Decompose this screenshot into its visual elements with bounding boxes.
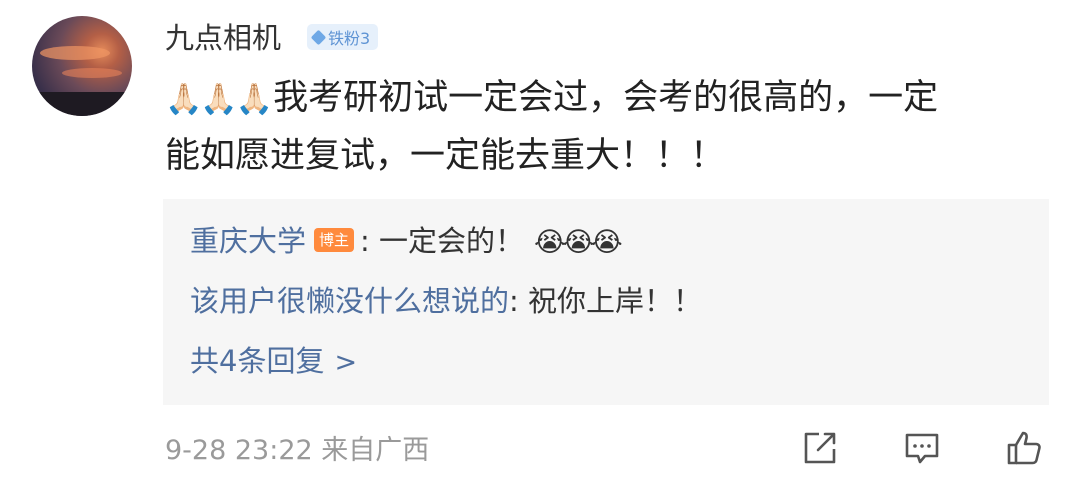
- more-replies-link[interactable]: 共4条回复 >: [190, 341, 357, 383]
- comment-text-line-2: 能如愿进复试，一定能去重大！！！: [165, 136, 726, 176]
- reply-box[interactable]: 重庆大学 博主: 一定会的！ 😭😭😭 该用户很懒没什么想说的: 祝你上岸！！ 共4条…: [163, 199, 1049, 405]
- reply-item[interactable]: 该用户很懒没什么想说的: 祝你上岸！！: [190, 281, 702, 321]
- comment-button[interactable]: [902, 428, 942, 468]
- avatar[interactable]: [32, 16, 132, 116]
- avatar-cloud: [62, 68, 122, 78]
- reply-author-name[interactable]: 该用户很懒没什么想说的: [190, 284, 509, 318]
- fan-badge-label: 铁粉3: [328, 29, 371, 48]
- diamond-icon: [310, 29, 327, 45]
- thumbs-up-icon: [1007, 431, 1041, 465]
- comment-icon: [905, 433, 939, 464]
- pray-emoji-icon: 🙏🏻🙏🏻🙏🏻: [165, 82, 273, 117]
- reply-text: 一定会的！: [379, 224, 525, 258]
- action-bar: [800, 428, 1044, 468]
- reply-item[interactable]: 重庆大学 博主: 一定会的！ 😭😭😭: [190, 221, 623, 263]
- fan-badge[interactable]: 铁粉3: [307, 24, 379, 50]
- like-button[interactable]: [1004, 428, 1044, 468]
- author-name[interactable]: 九点相机: [165, 18, 281, 58]
- share-icon: [804, 432, 836, 464]
- comment-text: 🙏🏻🙏🏻🙏🏻我考研初试一定会过，会考的很高的，一定 能如愿进复试，一定能去重大！…: [165, 70, 1055, 184]
- comment-meta: 9-28 23:22 来自广西: [165, 435, 430, 466]
- reply-separator: :: [360, 224, 380, 258]
- reply-separator: :: [509, 284, 529, 318]
- reply-text: 祝你上岸！！: [528, 284, 703, 318]
- avatar-cloud: [40, 46, 110, 60]
- comment-text-line-1: 我考研初试一定会过，会考的很高的，一定: [273, 78, 939, 118]
- reply-author-name[interactable]: 重庆大学: [190, 224, 306, 258]
- blogger-badge: 博主: [314, 228, 355, 252]
- avatar-ground: [32, 92, 132, 116]
- share-button[interactable]: [800, 428, 840, 468]
- more-replies-label: 共4条回复: [190, 344, 325, 378]
- comment-line-1: 🙏🏻🙏🏻🙏🏻我考研初试一定会过，会考的很高的，一定: [165, 70, 1055, 128]
- chevron-right-icon: >: [334, 347, 358, 378]
- crying-emoji-icon: 😭😭😭: [534, 227, 623, 258]
